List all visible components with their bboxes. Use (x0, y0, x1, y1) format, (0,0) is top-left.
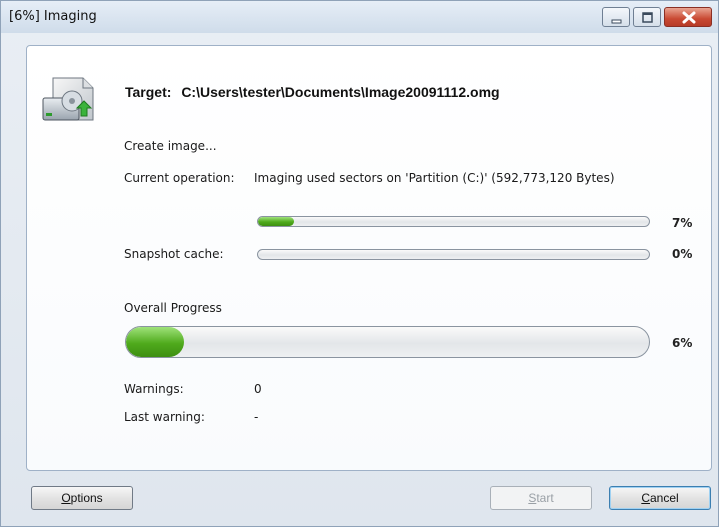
current-operation-value: Imaging used sectors on 'Partition (C:)'… (254, 171, 615, 185)
imaging-window: [6%] Imaging Target: C:\Users\tester\Doc… (0, 0, 719, 527)
last-warning-label: Last warning: (124, 410, 205, 424)
options-mnemonic: O (61, 491, 71, 505)
close-icon (682, 11, 696, 24)
warnings-label: Warnings: (124, 382, 184, 396)
maximize-icon (642, 12, 653, 23)
start-button[interactable]: Start (490, 486, 592, 510)
maximize-button[interactable] (633, 7, 661, 27)
cancel-button[interactable]: Cancel (609, 486, 711, 510)
operation-progress-bar (257, 216, 650, 227)
title-bar[interactable]: [6%] Imaging (1, 1, 718, 33)
last-warning-value: - (254, 410, 259, 424)
window-title: [6%] Imaging (9, 9, 97, 24)
status-heading: Create image... (124, 139, 217, 153)
overall-progress-fill (126, 327, 184, 357)
disk-imaging-icon (42, 77, 94, 121)
current-operation-label: Current operation: (124, 171, 235, 185)
close-button[interactable] (664, 7, 712, 27)
cancel-label-rest: ancel (649, 491, 679, 505)
minimize-icon (611, 19, 622, 24)
minimize-button[interactable] (602, 7, 630, 27)
start-label-rest: tart (536, 491, 554, 505)
snapshot-cache-percent: 0% (672, 247, 693, 261)
warnings-value: 0 (254, 382, 262, 396)
target-label: Target: (125, 84, 172, 100)
options-label-rest: ptions (70, 491, 103, 505)
operation-progress-fill (258, 217, 294, 226)
overall-progress-percent: 6% (672, 336, 693, 350)
target-path-row: Target: C:\Users\tester\Documents\Image2… (125, 84, 500, 100)
cancel-mnemonic: C (641, 491, 650, 505)
options-button[interactable]: Options (31, 486, 133, 510)
target-path: C:\Users\tester\Documents\Image20091112.… (181, 84, 500, 100)
snapshot-cache-progress-bar (257, 249, 650, 260)
snapshot-cache-label: Snapshot cache: (124, 247, 224, 261)
overall-progress-label: Overall Progress (124, 301, 222, 315)
operation-progress-percent: 7% (672, 216, 693, 230)
overall-progress-bar (125, 326, 650, 358)
